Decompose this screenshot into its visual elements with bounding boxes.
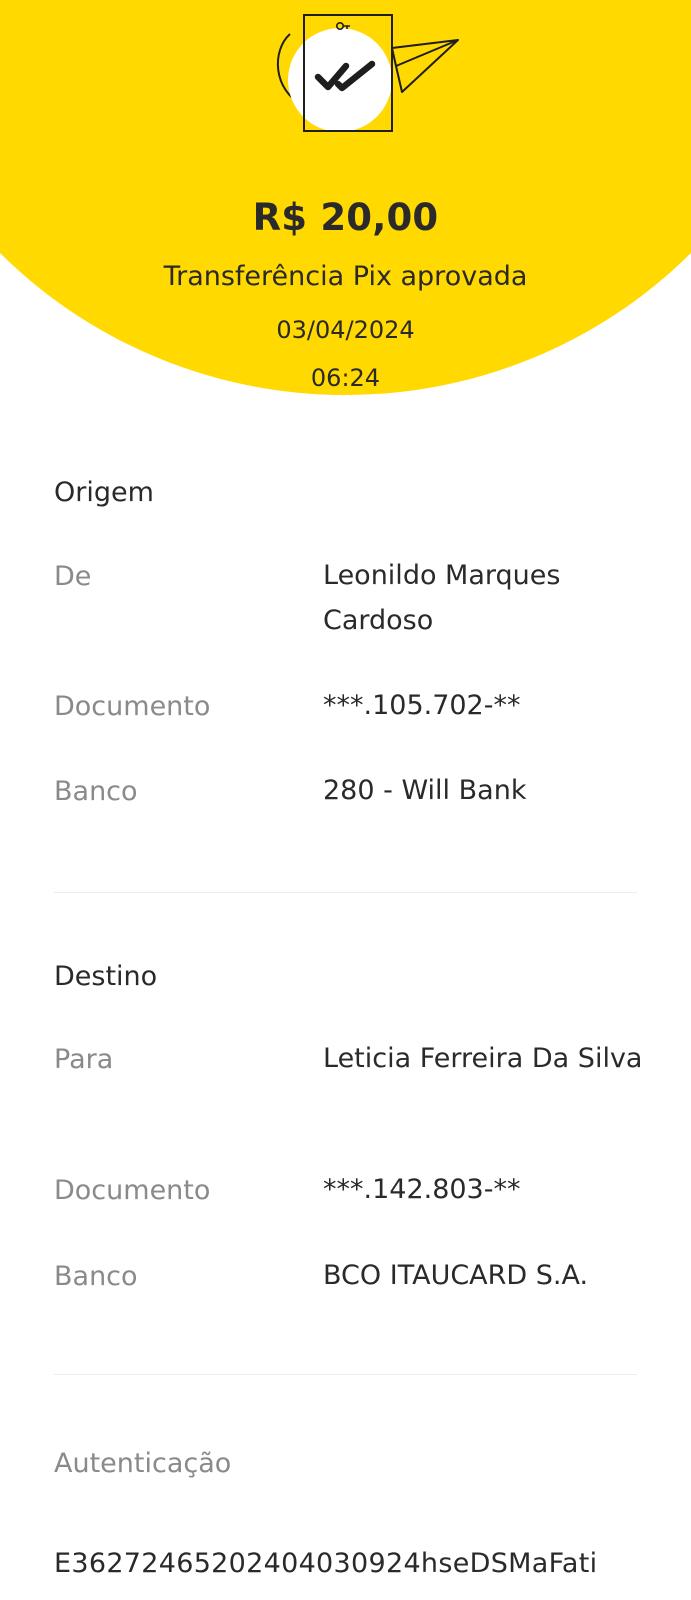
origin-documento-label: Documento — [54, 691, 211, 722]
receipt-check-paper-plane-icon — [276, 14, 459, 132]
pix-receipt-screen: R$ 20,00 Transferência Pix aprovada 03/0… — [0, 0, 691, 1600]
receipt-header: R$ 20,00 Transferência Pix aprovada 03/0… — [0, 0, 691, 400]
origin-banco-value: 280 - Will Bank — [323, 775, 527, 806]
origin-banco-label: Banco — [54, 776, 138, 807]
origin-section-title: Origem — [54, 477, 154, 508]
authentication-code: E36272465202404030924hseDSMaFati — [54, 1548, 598, 1579]
section-divider — [54, 892, 637, 893]
destination-banco-label: Banco — [54, 1261, 138, 1292]
transfer-time: 06:24 — [310, 364, 381, 392]
section-divider — [54, 1374, 637, 1375]
destination-section-title: Destino — [54, 961, 158, 992]
origin-de-value: Leonildo Marques Cardoso — [323, 560, 561, 636]
destination-para-label: Para — [54, 1044, 114, 1075]
destination-banco-value: BCO ITAUCARD S.A. — [323, 1260, 589, 1291]
transfer-date: 03/04/2024 — [276, 316, 415, 344]
transfer-amount: R$ 20,00 — [252, 196, 439, 239]
authentication-label: Autenticação — [54, 1448, 232, 1479]
destination-para-value: Leticia Ferreira Da Silva — [323, 1043, 643, 1074]
origin-documento-value: ***.105.702-** — [323, 690, 521, 721]
origin-de-label: De — [54, 561, 92, 592]
destination-documento-value: ***.142.803-** — [323, 1174, 521, 1205]
destination-documento-label: Documento — [54, 1175, 211, 1206]
transfer-status: Transferência Pix aprovada — [163, 261, 528, 292]
